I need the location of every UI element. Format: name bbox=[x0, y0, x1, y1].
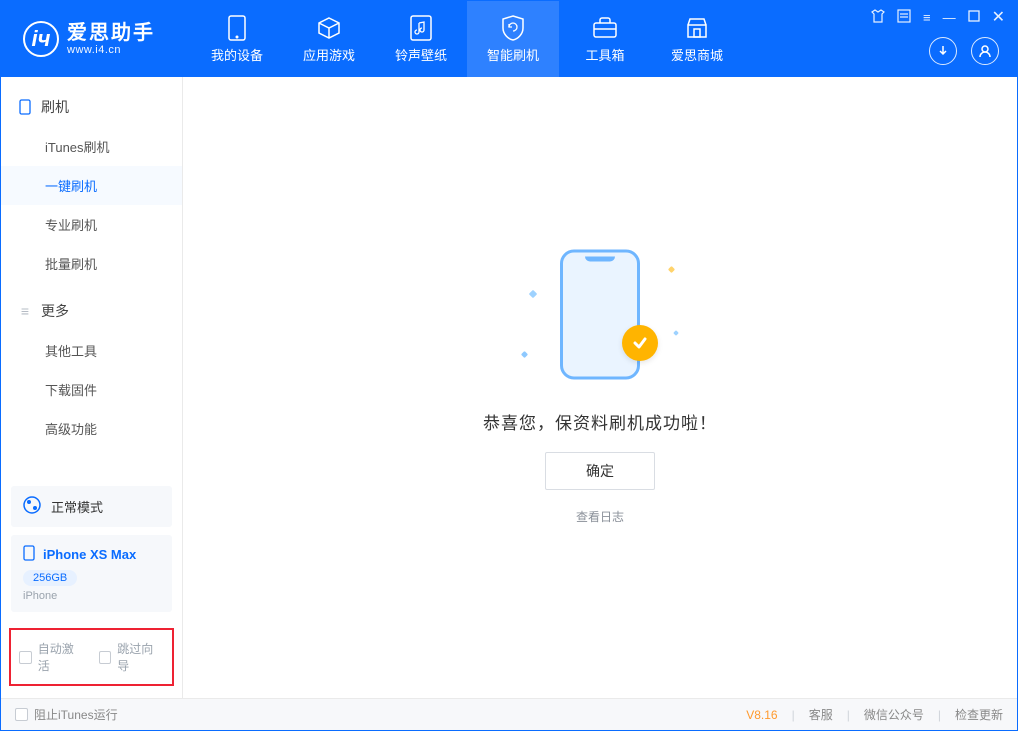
list-icon[interactable] bbox=[897, 9, 911, 26]
version-label: V8.16 bbox=[746, 708, 777, 722]
sidebar-group-flash: 刷机 bbox=[1, 89, 182, 125]
checkbox-label: 自动激活 bbox=[38, 640, 85, 674]
app-title: 爱思助手 bbox=[67, 22, 155, 44]
nav-tab-label: 智能刷机 bbox=[487, 45, 539, 64]
checkbox-label: 阻止iTunes运行 bbox=[34, 706, 118, 723]
sidebar-item-batch-flash[interactable]: 批量刷机 bbox=[1, 244, 182, 283]
body: 刷机 iTunes刷机 一键刷机 专业刷机 批量刷机 ≡ 更多 其他工具 下载固… bbox=[1, 77, 1017, 698]
phone-icon bbox=[17, 99, 33, 115]
nav-tab-label: 应用游戏 bbox=[303, 45, 355, 64]
shirt-icon[interactable] bbox=[871, 9, 885, 26]
close-button[interactable]: ✕ bbox=[992, 7, 1005, 27]
main-content: 恭喜您，保资料刷机成功啦！ 确定 查看日志 bbox=[183, 77, 1017, 698]
sidebar-item-advanced[interactable]: 高级功能 bbox=[1, 409, 182, 448]
sidebar-item-pro-flash[interactable]: 专业刷机 bbox=[1, 205, 182, 244]
nav-tab-apps-games[interactable]: 应用游戏 bbox=[283, 1, 375, 77]
status-card: 正常模式 bbox=[11, 486, 172, 527]
status-icon bbox=[23, 496, 41, 517]
device-icon bbox=[224, 15, 250, 41]
nav-tab-store[interactable]: 爱思商城 bbox=[651, 1, 743, 77]
footer-link-wechat[interactable]: 微信公众号 bbox=[864, 706, 924, 723]
sidebar-item-itunes-flash[interactable]: iTunes刷机 bbox=[1, 127, 182, 166]
window-controls: ≡ — ✕ bbox=[871, 7, 1005, 27]
checkbox-icon bbox=[19, 651, 32, 664]
view-log-link[interactable]: 查看日志 bbox=[576, 508, 624, 525]
checkbox-icon bbox=[15, 708, 28, 721]
sidebar-item-download-firmware[interactable]: 下载固件 bbox=[1, 370, 182, 409]
nav-tab-label: 工具箱 bbox=[585, 45, 624, 64]
nav-tab-toolbox[interactable]: 工具箱 bbox=[559, 1, 651, 77]
maximize-button[interactable] bbox=[968, 10, 980, 25]
device-card[interactable]: iPhone XS Max 256GB iPhone bbox=[11, 535, 172, 612]
nav-tab-ringtones[interactable]: 铃声壁纸 bbox=[375, 1, 467, 77]
logo-icon: iч bbox=[23, 21, 59, 57]
download-button[interactable] bbox=[929, 37, 957, 65]
music-file-icon bbox=[408, 15, 434, 41]
sidebar-item-other-tools[interactable]: 其他工具 bbox=[1, 331, 182, 370]
nav-tab-label: 铃声壁纸 bbox=[395, 45, 447, 64]
checkbox-icon bbox=[99, 651, 112, 664]
device-name: iPhone XS Max bbox=[43, 547, 136, 562]
device-type: iPhone bbox=[23, 590, 160, 602]
success-message: 恭喜您，保资料刷机成功啦！ bbox=[483, 409, 717, 434]
checkbox-label: 跳过向导 bbox=[117, 640, 164, 674]
app-url: www.i4.cn bbox=[67, 44, 155, 56]
status-label: 正常模式 bbox=[51, 497, 103, 516]
checkbox-block-itunes[interactable]: 阻止iTunes运行 bbox=[15, 706, 118, 723]
app-window: iч 爱思助手 www.i4.cn 我的设备 应用游戏 铃声壁纸 智能刷机 bbox=[0, 0, 1018, 731]
user-button[interactable] bbox=[971, 37, 999, 65]
footer-link-update[interactable]: 检查更新 bbox=[955, 706, 1003, 723]
header: iч 爱思助手 www.i4.cn 我的设备 应用游戏 铃声壁纸 智能刷机 bbox=[1, 1, 1017, 77]
flash-options-box: 自动激活 跳过向导 bbox=[9, 628, 174, 686]
shield-refresh-icon bbox=[500, 15, 526, 41]
sidebar-group-label: 更多 bbox=[41, 301, 69, 321]
sidebar-group-more: ≡ 更多 bbox=[1, 293, 182, 329]
checkmark-badge-icon bbox=[622, 325, 658, 361]
sidebar-item-oneclick-flash[interactable]: 一键刷机 bbox=[1, 166, 182, 205]
cube-icon bbox=[316, 15, 342, 41]
footer-link-support[interactable]: 客服 bbox=[809, 706, 833, 723]
nav-tab-my-device[interactable]: 我的设备 bbox=[191, 1, 283, 77]
success-illustration bbox=[520, 251, 680, 391]
footer: 阻止iTunes运行 V8.16 | 客服 | 微信公众号 | 检查更新 bbox=[1, 698, 1017, 730]
app-logo: iч 爱思助手 www.i4.cn bbox=[1, 1, 191, 77]
menu-lines-icon: ≡ bbox=[17, 303, 33, 319]
device-phone-icon bbox=[23, 545, 35, 564]
phone-illustration-icon bbox=[560, 249, 640, 379]
shop-icon bbox=[684, 15, 710, 41]
sidebar-group-label: 刷机 bbox=[41, 97, 69, 117]
nav-tab-smart-flash[interactable]: 智能刷机 bbox=[467, 1, 559, 77]
minimize-button[interactable]: — bbox=[943, 10, 956, 25]
sidebar: 刷机 iTunes刷机 一键刷机 专业刷机 批量刷机 ≡ 更多 其他工具 下载固… bbox=[1, 77, 183, 698]
toolbox-icon bbox=[592, 15, 618, 41]
menu-icon[interactable]: ≡ bbox=[923, 10, 931, 25]
nav-tab-label: 我的设备 bbox=[211, 45, 263, 64]
checkbox-auto-activate[interactable]: 自动激活 bbox=[19, 640, 85, 674]
nav-tab-label: 爱思商城 bbox=[671, 45, 723, 64]
checkbox-skip-guide[interactable]: 跳过向导 bbox=[99, 640, 165, 674]
device-storage-badge: 256GB bbox=[23, 570, 77, 586]
ok-button[interactable]: 确定 bbox=[545, 452, 655, 490]
